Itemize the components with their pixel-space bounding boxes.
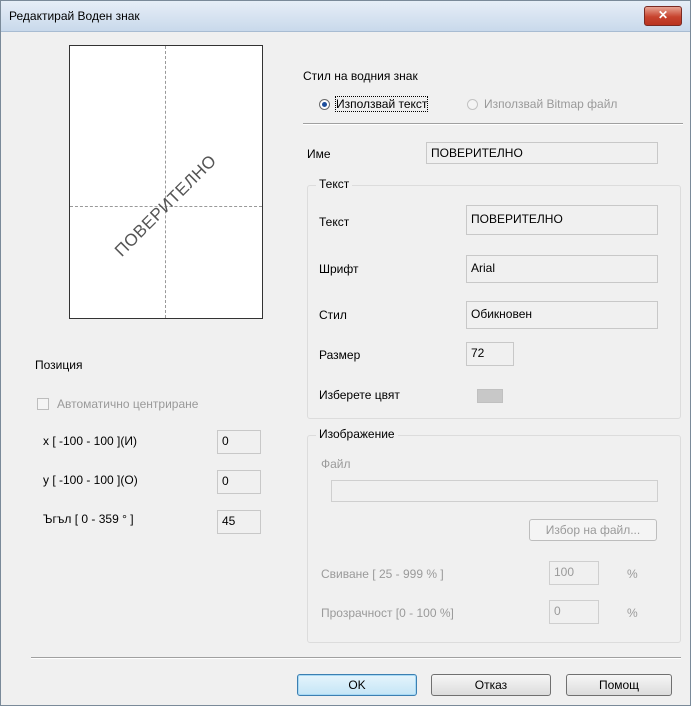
dialog-window: Редактирай Воден знак ✕ ПОВЕРИТЕЛНО Пози… <box>0 0 691 706</box>
scale-input[interactable]: 100 <box>549 561 599 585</box>
x-input[interactable]: 0 <box>217 430 261 454</box>
use-text-label: Използвай текст <box>334 96 429 112</box>
auto-center-checkbox[interactable] <box>37 398 49 410</box>
style-heading: Стил на водния знак <box>303 69 418 83</box>
use-bitmap-label: Използвай Bitmap файл <box>484 97 618 111</box>
close-icon: ✕ <box>657 8 669 22</box>
x-label: x [ -100 - 100 ](И) <box>43 434 137 448</box>
browse-file-button[interactable]: Избор на файл... <box>529 519 657 541</box>
position-heading: Позиция <box>35 358 83 372</box>
transparency-input[interactable]: 0 <box>549 600 599 624</box>
preview-vertical-guide <box>165 46 166 318</box>
text-input[interactable]: ПОВЕРИТЕЛНО <box>466 205 658 235</box>
close-button[interactable]: ✕ <box>644 6 682 26</box>
style-label: Стил <box>319 308 347 322</box>
y-input[interactable]: 0 <box>217 470 261 494</box>
text-label: Текст <box>319 215 350 229</box>
font-select[interactable]: Arial <box>466 255 658 283</box>
help-button[interactable]: Помощ <box>566 674 672 696</box>
angle-label: Ъгъл [ 0 - 359 ° ] <box>43 512 134 526</box>
font-label: Шрифт <box>319 262 359 276</box>
auto-center-label: Автоматично центриране <box>57 397 199 411</box>
style-select[interactable]: Обикновен <box>466 301 658 329</box>
size-label: Размер <box>319 348 361 362</box>
transparency-unit: % <box>627 606 638 620</box>
use-bitmap-radio-button <box>467 99 478 110</box>
text-group-title: Текст <box>316 177 353 191</box>
size-input[interactable]: 72 <box>466 342 514 366</box>
bottom-separator <box>31 657 681 659</box>
window-title: Редактирай Воден знак <box>9 9 140 23</box>
use-bitmap-radio[interactable]: Използвай Bitmap файл <box>467 97 657 113</box>
transparency-label: Прозрачност [0 - 100 %] <box>321 606 454 620</box>
color-swatch-button[interactable] <box>477 389 503 403</box>
use-text-radio[interactable]: Използвай текст <box>319 96 459 113</box>
y-label: y [ -100 - 100 ](О) <box>43 473 138 487</box>
use-text-radio-button <box>319 99 330 110</box>
ok-button[interactable]: OK <box>297 674 417 696</box>
color-label: Изберете цвят <box>319 388 400 402</box>
watermark-preview: ПОВЕРИТЕЛНО <box>69 45 263 319</box>
title-bar: Редактирай Воден знак ✕ <box>1 1 690 32</box>
file-label: Файл <box>321 457 351 471</box>
file-input[interactable] <box>331 480 658 502</box>
image-group-title: Изображение <box>316 427 398 441</box>
cancel-button[interactable]: Отказ <box>431 674 551 696</box>
style-separator <box>303 123 683 125</box>
angle-input[interactable]: 45 <box>217 510 261 534</box>
name-input[interactable]: ПОВЕРИТЕЛНО <box>426 142 658 164</box>
name-label: Име <box>307 147 331 161</box>
scale-unit: % <box>627 567 638 581</box>
scale-label: Свиване [ 25 - 999 % ] <box>321 567 444 581</box>
